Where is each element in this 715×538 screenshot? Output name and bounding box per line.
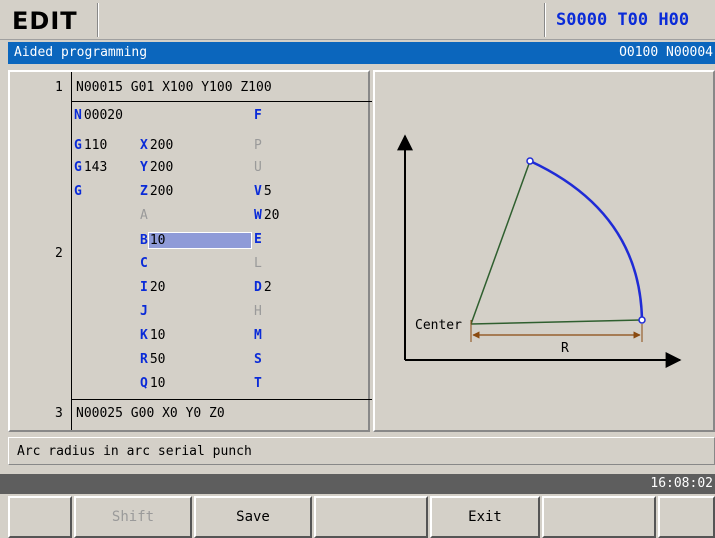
line-divider (71, 101, 372, 102)
field-s[interactable]: S (254, 352, 264, 367)
field-d[interactable]: D2 (254, 280, 272, 295)
field-l[interactable]: L (254, 256, 264, 271)
softkey-4[interactable] (314, 496, 428, 538)
active-input[interactable]: 10 (147, 232, 252, 249)
screen-title: Aided programming (14, 45, 148, 60)
radius-label: R (561, 341, 569, 356)
field-e[interactable]: E (254, 232, 264, 247)
line-number: 3 (55, 406, 63, 421)
program-line-next[interactable]: N00025 G00 X0 Y0 Z0 (76, 406, 225, 421)
softkey-7[interactable] (658, 496, 715, 538)
diagram-panel: Center R (373, 70, 715, 432)
spindle-tool-status: S0000 T00 H00 (556, 10, 690, 30)
status-bar: 16:08:02 (0, 474, 715, 494)
field-u[interactable]: U (254, 160, 264, 175)
hint-bar: Arc radius in arc serial punch (8, 437, 715, 465)
field-g-3[interactable]: G (74, 184, 84, 199)
field-p[interactable]: P (254, 138, 264, 153)
mode-indicator: EDIT (12, 7, 78, 35)
field-a[interactable]: A (140, 208, 150, 223)
header-divider (544, 3, 545, 37)
center-label: Center (415, 318, 462, 333)
field-y[interactable]: Y 200 (140, 160, 173, 175)
top-bar: EDIT S0000 T00 H00 (0, 0, 715, 40)
field-h[interactable]: H (254, 304, 264, 319)
clock: 16:08:02 (650, 476, 713, 491)
field-r[interactable]: R 50 (140, 352, 165, 367)
header-divider (97, 3, 98, 37)
field-x[interactable]: X 200 (140, 138, 173, 153)
field-z[interactable]: Z 200 (140, 184, 173, 199)
field-k[interactable]: K 10 (140, 328, 165, 343)
field-f[interactable]: F (254, 108, 264, 123)
radius-line-start (470, 160, 531, 325)
line-divider (71, 399, 372, 400)
field-i[interactable]: I 20 (140, 280, 165, 295)
field-c[interactable]: C (140, 256, 150, 271)
softkey-6[interactable] (542, 496, 656, 538)
program-number: O0100 N00004 (619, 45, 713, 60)
field-q[interactable]: Q 10 (140, 376, 165, 391)
softkey-1[interactable] (8, 496, 72, 538)
line-number: 2 (55, 246, 63, 261)
field-g-1[interactable]: G 110 (74, 138, 107, 153)
save-softkey[interactable]: Save (194, 496, 312, 538)
field-t[interactable]: T (254, 376, 264, 391)
program-line-previous[interactable]: N00015 G01 X100 Y100 Z100 (76, 80, 272, 95)
field-g-2[interactable]: G 143 (74, 160, 107, 175)
arc-path (529, 159, 644, 321)
field-w[interactable]: W 20 (254, 208, 279, 223)
field-j[interactable]: J (140, 304, 150, 319)
exit-softkey[interactable]: Exit (430, 496, 540, 538)
screen-title-bar: Aided programming O0100 N00004 (8, 42, 715, 64)
shift-softkey[interactable]: Shift (74, 496, 192, 538)
arc-end-point (638, 316, 646, 324)
field-n[interactable]: N 00020 (74, 108, 123, 123)
line-number: 1 (55, 80, 63, 95)
arc-start-point (526, 157, 534, 165)
field-m[interactable]: M (254, 328, 264, 343)
soft-key-bar: Shift Save Exit (0, 496, 715, 538)
line-number-divider (71, 72, 72, 430)
field-b[interactable]: B 10 (140, 232, 252, 249)
program-panel: 1 N00015 G01 X100 Y100 Z100 2 N 00020 G 11… (8, 70, 372, 432)
field-v[interactable]: V5 (254, 184, 272, 199)
radius-line-end (470, 319, 643, 325)
arc-diagram: Center R (397, 134, 682, 368)
